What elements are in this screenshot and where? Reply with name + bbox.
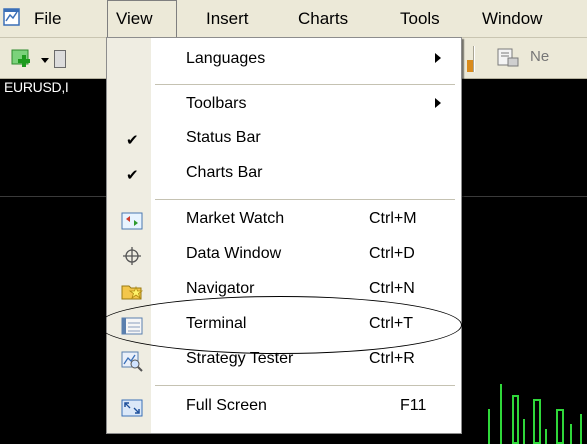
menu-item-full-screen[interactable]: Full Screen F11 (107, 391, 461, 425)
menu-item-label: Terminal (186, 315, 247, 332)
menu-item-toolbars[interactable]: Toolbars (107, 89, 461, 123)
candle (545, 429, 547, 444)
candle (570, 424, 572, 444)
candle (488, 409, 490, 444)
menu-item-languages[interactable]: Languages (107, 44, 461, 78)
menu-item-label: Languages (186, 50, 266, 67)
submenu-arrow-icon (435, 53, 441, 63)
candle (523, 419, 525, 444)
full-screen-icon (121, 399, 143, 417)
menu-bar: File View Insert Charts Tools Window (0, 0, 587, 38)
crosshair-icon (123, 247, 141, 265)
menu-item-label: Navigator (186, 280, 255, 297)
dropdown-arrow-icon[interactable] (41, 58, 49, 63)
checkmark-icon: ✔ (126, 167, 139, 184)
menu-item-navigator[interactable]: Navigator Ctrl+N (107, 274, 461, 308)
menu-item-data-window[interactable]: Data Window Ctrl+D (107, 239, 461, 273)
chart-title: EURUSD,I (4, 79, 69, 95)
shortcut-label: Ctrl+T (369, 315, 413, 332)
app-icon (3, 8, 20, 26)
menu-item-label: Full Screen (186, 397, 267, 414)
candle (533, 399, 541, 444)
menu-tools[interactable]: Tools (392, 0, 448, 37)
shortcut-label: Ctrl+N (369, 280, 415, 297)
menu-separator (155, 385, 455, 386)
menu-item-market-watch[interactable]: Market Watch Ctrl+M (107, 204, 461, 238)
candle (580, 414, 582, 444)
menu-item-label: Strategy Tester (186, 350, 294, 367)
candle (512, 395, 519, 444)
menu-item-label: Charts Bar (186, 164, 263, 181)
shortcut-label: Ctrl+D (369, 245, 415, 262)
new-order-icon[interactable] (496, 47, 522, 69)
new-chart-icon[interactable] (10, 47, 38, 69)
menu-item-status-bar[interactable]: ✔ Status Bar (107, 123, 461, 157)
new-order-label[interactable]: Ne (530, 48, 549, 65)
terminal-icon (121, 317, 143, 335)
menu-view[interactable]: View (107, 0, 177, 37)
shortcut-label: Ctrl+M (369, 210, 417, 227)
checkmark-icon: ✔ (126, 132, 139, 149)
toolbar-icon-orange-partial[interactable] (467, 60, 473, 72)
toolbar-icon-partial[interactable] (54, 50, 66, 68)
shortcut-label: F11 (400, 397, 427, 414)
menu-separator (155, 84, 455, 85)
menu-file[interactable]: File (26, 0, 69, 37)
menu-item-strategy-tester[interactable]: Strategy Tester Ctrl+R (107, 344, 461, 378)
submenu-arrow-icon (435, 98, 441, 108)
toolbar-separator (473, 46, 475, 72)
menu-item-label: Status Bar (186, 129, 261, 146)
view-menu: Languages Toolbars ✔ Status Bar ✔ Charts… (106, 37, 462, 434)
shortcut-label: Ctrl+R (369, 350, 415, 367)
candle (556, 409, 564, 444)
menu-item-label: Data Window (186, 245, 282, 262)
menu-item-terminal[interactable]: Terminal Ctrl+T (107, 309, 461, 343)
market-watch-icon (121, 212, 143, 230)
menu-item-charts-bar[interactable]: ✔ Charts Bar (107, 158, 461, 192)
menu-item-label: Market Watch (186, 210, 285, 227)
menu-item-label: Toolbars (186, 95, 247, 112)
menu-window[interactable]: Window (474, 0, 550, 37)
navigator-icon (121, 285, 143, 300)
candle (500, 384, 502, 444)
strategy-tester-icon (121, 351, 143, 372)
menu-separator (155, 199, 455, 200)
menu-insert[interactable]: Insert (198, 0, 257, 37)
menu-charts[interactable]: Charts (290, 0, 356, 37)
